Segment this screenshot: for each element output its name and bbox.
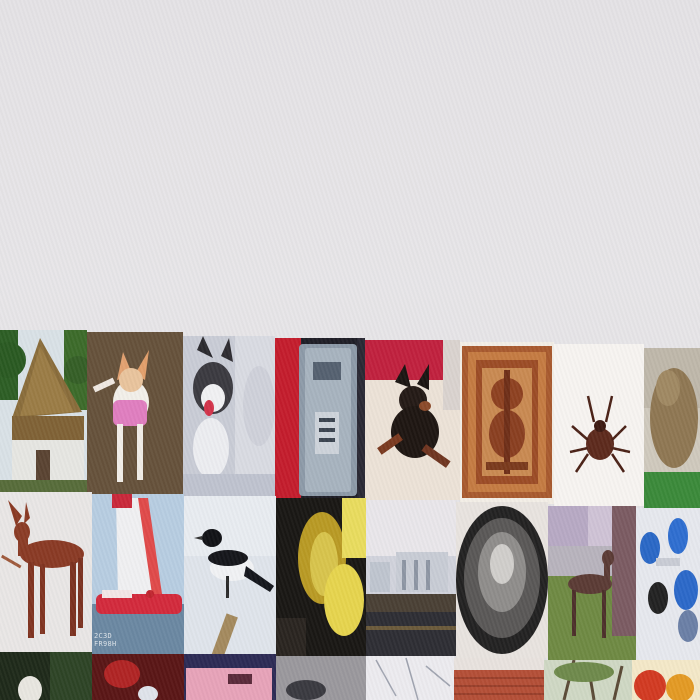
thumb-magpie [184,496,276,654]
thumb-shaggy-dog [644,348,700,510]
thumb-husky [183,336,275,498]
thumb-dumbbells [636,508,700,662]
thumb-ornate-panel [460,342,554,504]
thumb-trees [544,660,632,700]
thumb-tick [554,344,644,506]
thumb-yellow-object [276,498,366,656]
thumb-paper-map [366,656,454,700]
thumb-fruit [632,660,700,700]
watermark-text: 2C3D FR98H [94,632,117,648]
thumb-parking-meter [275,338,365,500]
thumb-pink-sign [184,654,276,700]
thumb-greyhound [548,506,636,660]
thumb-harbor [366,500,456,656]
thumb-roof-tiles [454,658,544,700]
thumb-red-flowers [92,654,184,700]
thumb-pharaoh-hound [0,492,92,652]
thumb-sailboat: 2C3D FR98H [92,494,184,654]
thumb-metal-bowl [456,502,548,658]
thumb-bird-green [0,652,92,700]
thumb-grey-scene [276,656,366,700]
monitor-photo: 2C3D FR98H [0,0,700,700]
thumb-thatched-cottage [0,330,87,492]
thumb-black-dog [365,340,460,500]
thumb-chihuahua [87,332,183,494]
